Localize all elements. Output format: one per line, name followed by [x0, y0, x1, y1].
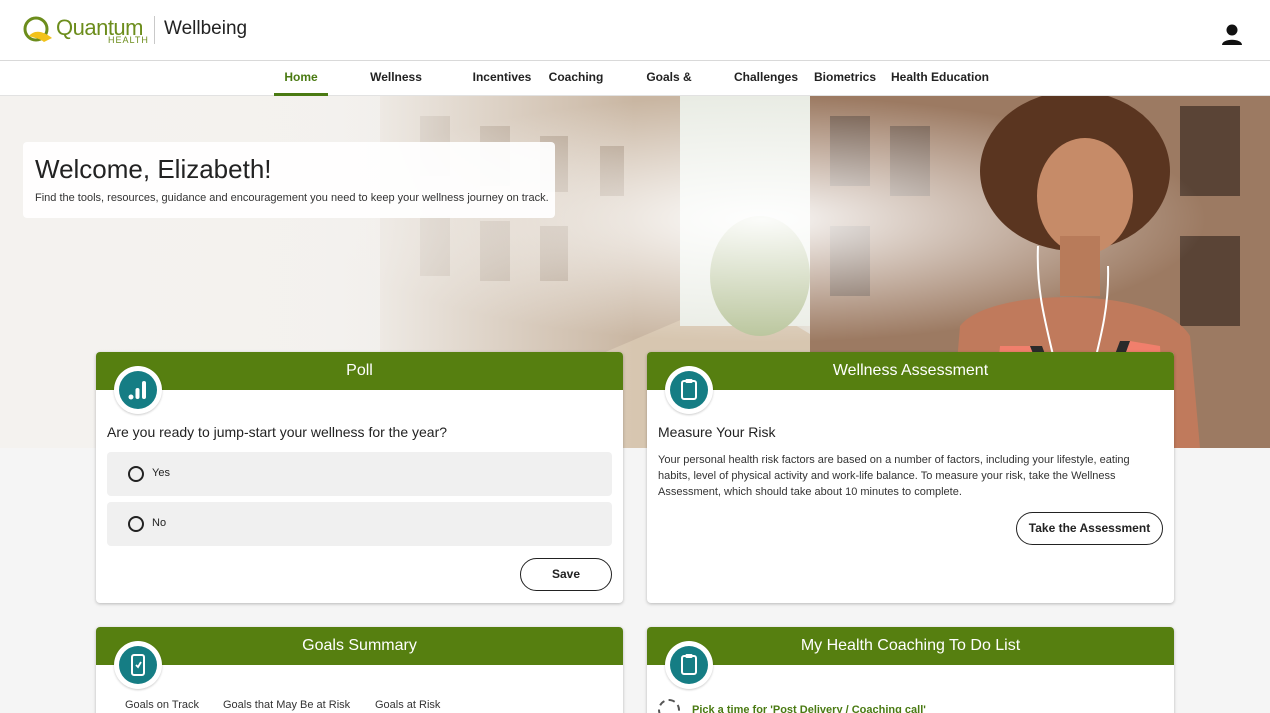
wellness-header: Wellness Assessment — [647, 352, 1174, 390]
wellness-badge — [665, 366, 713, 414]
app-title: Wellbeing — [164, 18, 248, 39]
goals-on-track-label: Goals on Track — [125, 699, 199, 711]
poll-option-label: No — [152, 517, 167, 529]
logo-mark-icon — [23, 16, 52, 42]
goals-at-risk-label: Goals at Risk — [375, 699, 441, 711]
coaching-header: My Health Coaching To Do List — [647, 627, 1174, 665]
take-assessment-button[interactable]: Take the Assessment — [1016, 512, 1163, 545]
bar-chart-icon — [128, 381, 146, 400]
welcome-title: Welcome, Elizabeth! — [35, 154, 272, 184]
coaching-badge — [665, 641, 713, 689]
poll-header: Poll — [96, 352, 623, 390]
welcome-subtitle: Find the tools, resources, guidance and … — [35, 192, 549, 204]
goals-may-be-at-risk-label: Goals that May Be at Risk — [223, 699, 351, 711]
welcome-card: Welcome, Elizabeth! Find the tools, reso… — [23, 142, 555, 218]
todo-checkbox[interactable] — [658, 699, 680, 713]
nav-home[interactable]: Home — [274, 61, 328, 96]
goals-summary-card: Goals Summary Goals on Track Goals that … — [96, 627, 623, 713]
nav-goals-activities[interactable]: Goals & Activities — [619, 61, 719, 117]
poll-option-yes[interactable]: Yes — [107, 452, 612, 496]
poll-option-label: Yes — [152, 467, 170, 479]
radio-button[interactable] — [128, 466, 144, 482]
poll-question: Are you ready to jump-start your wellnes… — [107, 424, 448, 440]
poll-card: Poll Are you ready to jump-start your we… — [96, 352, 623, 603]
quantum-health-logo[interactable]: Quantum HEALTH — [22, 14, 152, 46]
phone-list-icon — [131, 654, 145, 676]
wellness-assessment-card: Wellness Assessment Measure Your Risk Yo… — [647, 352, 1174, 603]
nav-biometrics[interactable]: Biometrics — [813, 61, 877, 96]
wellness-body: Your personal health risk factors are ba… — [658, 454, 1130, 498]
coaching-todo-card: My Health Coaching To Do List Pick a tim… — [647, 627, 1174, 713]
poll-option-no[interactable]: No — [107, 502, 612, 546]
logo-subtext: HEALTH — [108, 35, 149, 45]
top-header: Quantum HEALTH Wellbeing — [0, 0, 1270, 61]
nav-incentives[interactable]: Incentives — [470, 61, 534, 96]
clipboard-icon — [681, 379, 697, 400]
main-nav: Home Wellness Assessment Incentives Coac… — [0, 61, 1270, 117]
radio-button[interactable] — [128, 516, 144, 532]
header-divider — [154, 16, 155, 44]
wellness-title: Measure Your Risk — [658, 424, 776, 440]
todo-link[interactable]: Pick a time for 'Post Delivery / Coachin… — [692, 704, 926, 713]
goals-badge — [114, 641, 162, 689]
clipboard-icon — [681, 654, 697, 675]
user-icon[interactable] — [1220, 22, 1244, 46]
save-button[interactable]: Save — [520, 558, 612, 591]
nav-coaching[interactable]: Coaching — [548, 61, 604, 96]
nav-challenges[interactable]: Challenges — [733, 61, 799, 96]
nav-health-education[interactable]: Health Education — [891, 61, 989, 96]
goals-header: Goals Summary — [96, 627, 623, 665]
nav-wellness-assessment[interactable]: Wellness Assessment — [336, 61, 456, 117]
poll-badge — [114, 366, 162, 414]
